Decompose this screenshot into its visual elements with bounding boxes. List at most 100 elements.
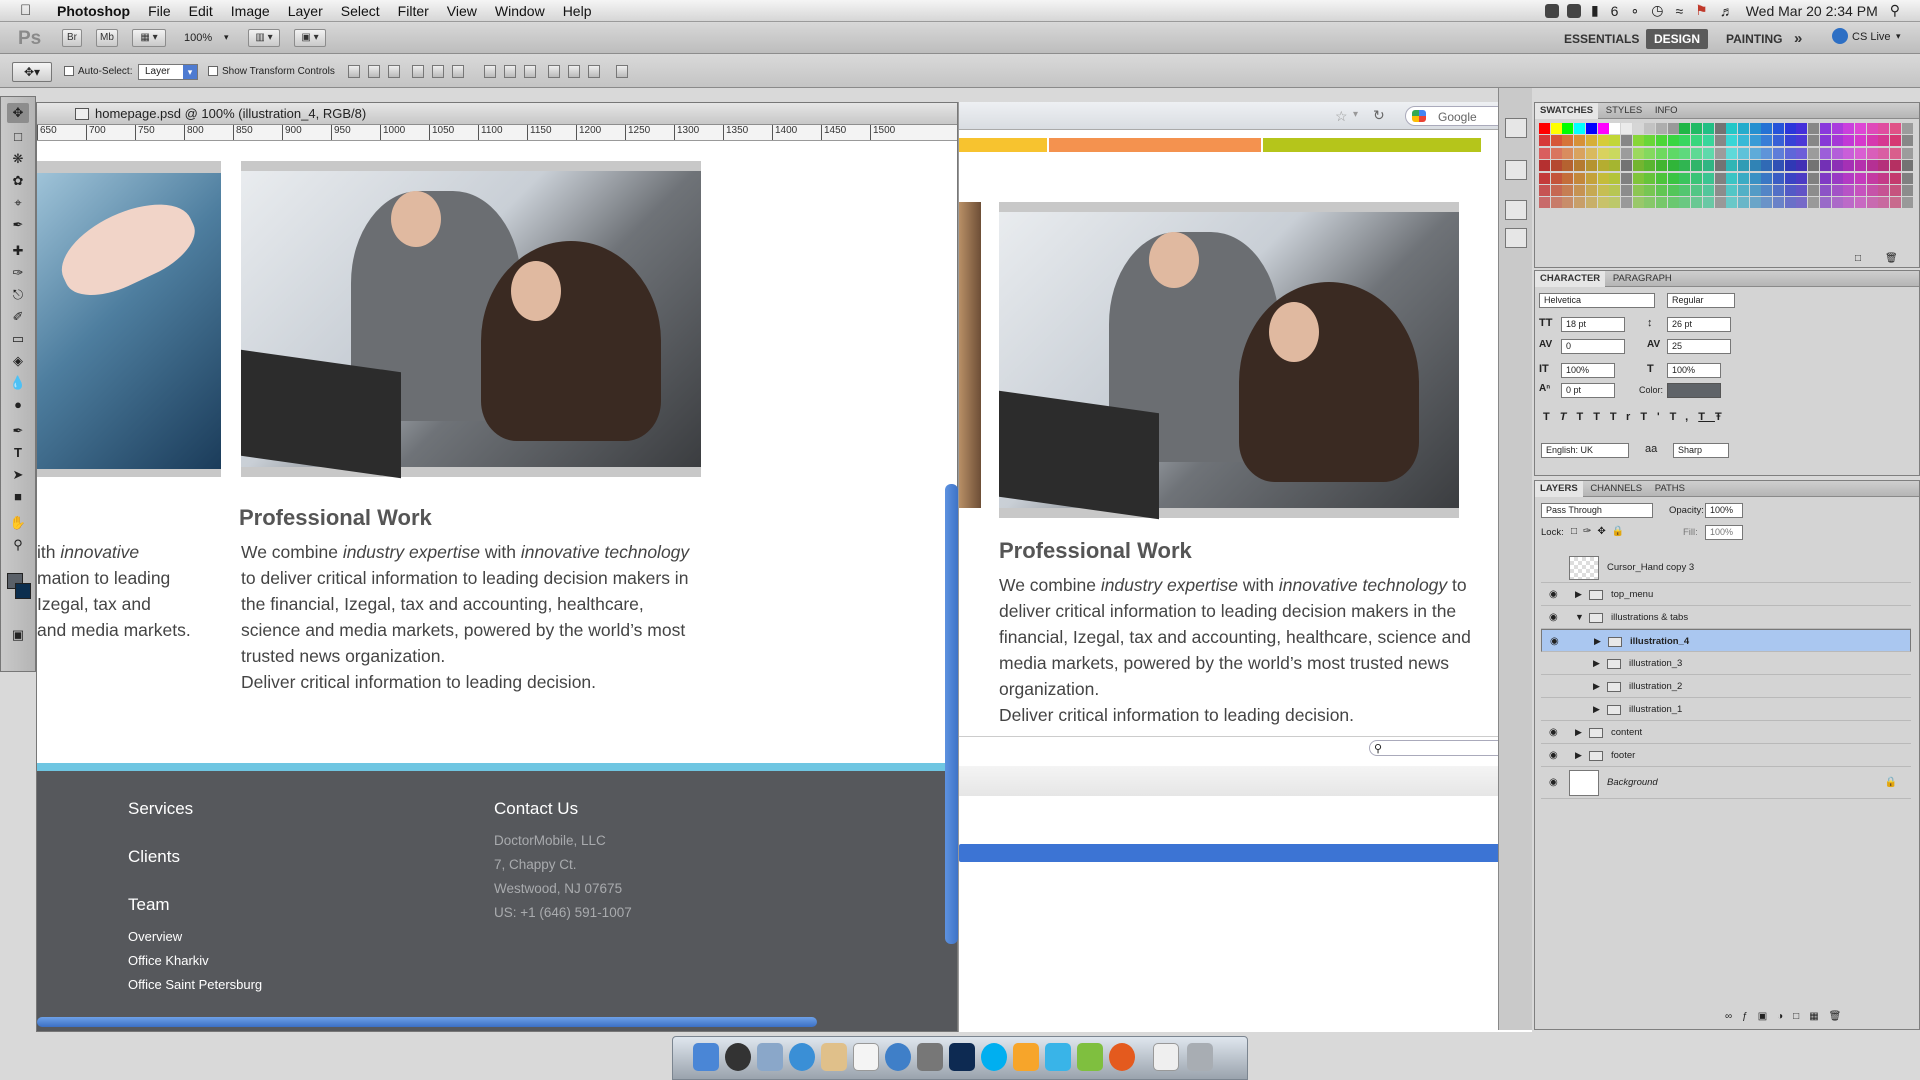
color-swatch[interactable] <box>1831 185 1843 196</box>
color-swatch[interactable] <box>1691 135 1703 147</box>
color-swatch[interactable] <box>1890 147 1901 159</box>
color-swatch[interactable] <box>1819 197 1831 209</box>
color-swatch[interactable] <box>1585 147 1597 159</box>
color-swatch[interactable] <box>1679 172 1691 184</box>
color-swatch[interactable] <box>1773 123 1784 134</box>
type-style-buttons[interactable]: TTTTTrT'T,TŦ <box>1543 411 1732 423</box>
align-hcenter-icon[interactable] <box>432 65 444 78</box>
color-swatch[interactable] <box>1550 172 1562 184</box>
color-swatch[interactable] <box>1796 185 1808 196</box>
layer-visibility-icon[interactable]: ◉ <box>1549 750 1561 761</box>
layer-visibility-icon[interactable] <box>1549 705 1561 715</box>
color-swatch[interactable] <box>1749 123 1761 134</box>
color-swatch[interactable] <box>1866 123 1878 134</box>
cs-live-icon[interactable] <box>1832 28 1848 44</box>
color-swatch[interactable] <box>1574 185 1586 196</box>
color-swatch[interactable] <box>1737 135 1749 147</box>
color-swatch[interactable] <box>1726 185 1738 196</box>
color-swatch[interactable] <box>1866 135 1878 147</box>
color-swatch[interactable] <box>1585 123 1597 134</box>
datetime[interactable]: Wed Mar 20 2:34 PM <box>1740 3 1884 19</box>
color-swatch[interactable] <box>1714 172 1726 184</box>
color-swatch[interactable] <box>1749 185 1761 196</box>
layer-visibility-icon[interactable]: ◉ <box>1549 589 1561 600</box>
color-swatch[interactable] <box>1854 197 1866 209</box>
color-swatch[interactable] <box>1539 197 1550 209</box>
kerning-field[interactable]: 0 <box>1561 339 1625 354</box>
color-swatch[interactable] <box>1656 172 1667 184</box>
color-swatch[interactable] <box>1656 185 1667 196</box>
history-panel-icon[interactable] <box>1505 160 1527 180</box>
clone-stamp-tool-icon[interactable]: ⎋ <box>7 285 29 305</box>
color-swatch[interactable] <box>1819 147 1831 159</box>
chevron-right-icon[interactable]: ▶ <box>1593 698 1600 721</box>
auto-select-dropdown[interactable]: Layer ▾ <box>138 64 198 80</box>
color-swatch[interactable] <box>1550 197 1562 209</box>
menu-image[interactable]: Image <box>222 0 279 22</box>
hand-tool-icon[interactable]: ✋ <box>7 513 29 533</box>
tab-paragraph[interactable]: PARAGRAPH <box>1608 271 1677 287</box>
color-swatch[interactable] <box>1550 185 1562 196</box>
color-swatch[interactable] <box>1773 172 1784 184</box>
pen-tool-icon[interactable]: ✒ <box>7 421 29 441</box>
color-swatch[interactable] <box>1632 185 1644 196</box>
tab-layers[interactable]: LAYERS <box>1535 481 1583 497</box>
color-swatch[interactable] <box>1737 172 1749 184</box>
color-swatch[interactable] <box>1878 123 1890 134</box>
color-swatch[interactable] <box>1784 172 1796 184</box>
color-swatch[interactable] <box>1796 147 1808 159</box>
color-swatch[interactable] <box>1632 172 1644 184</box>
color-swatch[interactable] <box>1644 185 1656 196</box>
color-swatch[interactable] <box>1667 123 1679 134</box>
eraser-tool-icon[interactable]: ▭ <box>7 329 29 349</box>
menu-window[interactable]: Window <box>486 0 554 22</box>
color-swatch[interactable] <box>1737 123 1749 134</box>
color-swatch[interactable] <box>1539 172 1550 184</box>
color-swatch[interactable] <box>1819 123 1831 134</box>
menu-select[interactable]: Select <box>332 0 389 22</box>
text-color-swatch[interactable] <box>1667 383 1721 398</box>
color-swatch[interactable] <box>1644 123 1656 134</box>
color-swatch[interactable] <box>1691 160 1703 172</box>
menu-file[interactable]: File <box>139 0 180 22</box>
background-color-swatch[interactable] <box>15 583 31 599</box>
color-swatch[interactable] <box>1878 197 1890 209</box>
color-swatch[interactable] <box>1749 135 1761 147</box>
font-family-select[interactable]: Helvetica <box>1539 293 1655 308</box>
color-swatch[interactable] <box>1714 135 1726 147</box>
workspace-essentials[interactable]: ESSENTIALS <box>1556 29 1647 49</box>
footer-link-office-kharkiv[interactable]: Office Kharkiv <box>128 953 209 968</box>
color-swatch[interactable] <box>1632 160 1644 172</box>
color-swatch[interactable] <box>1796 135 1808 147</box>
color-swatch[interactable] <box>1878 160 1890 172</box>
color-swatch[interactable] <box>1539 147 1550 159</box>
color-swatch[interactable] <box>1808 160 1820 172</box>
apple-icon[interactable]:  <box>20 2 36 19</box>
color-swatch[interactable] <box>1632 197 1644 209</box>
color-swatch[interactable] <box>1749 197 1761 209</box>
spotlight-icon[interactable]: ⚲ <box>1884 2 1906 19</box>
adjustments-panel-icon[interactable] <box>1505 200 1527 220</box>
color-swatch[interactable] <box>1667 160 1679 172</box>
chevron-right-icon[interactable]: ▶ <box>1593 675 1600 698</box>
color-swatch[interactable] <box>1702 135 1714 147</box>
minibridge-panel-icon[interactable] <box>1505 118 1527 138</box>
color-swatch[interactable] <box>1550 123 1562 134</box>
tab-styles[interactable]: STYLES <box>1601 103 1647 119</box>
quick-select-tool-icon[interactable]: ✿ <box>7 171 29 191</box>
small-caps-button[interactable]: Tr <box>1610 411 1640 423</box>
move-tool-preset-button[interactable]: ✥▾ <box>12 62 52 82</box>
color-swatch[interactable] <box>1562 197 1574 209</box>
blur-tool-icon[interactable]: 💧 <box>7 373 29 393</box>
color-swatch[interactable] <box>1866 197 1878 209</box>
color-swatch[interactable] <box>1574 147 1586 159</box>
color-swatch[interactable] <box>1843 197 1855 209</box>
color-swatch[interactable] <box>1679 135 1691 147</box>
paint-bucket-tool-icon[interactable]: ◈ <box>7 351 29 371</box>
document-tab[interactable]: homepage.psd @ 100% (illustration_4, RGB… <box>37 103 957 125</box>
color-swatch[interactable] <box>1656 135 1667 147</box>
color-swatch[interactable] <box>1714 147 1726 159</box>
flag-icon[interactable]: ⚑ <box>1689 2 1714 19</box>
color-swatch[interactable] <box>1901 135 1913 147</box>
photoshop-dock-icon[interactable] <box>949 1043 975 1071</box>
